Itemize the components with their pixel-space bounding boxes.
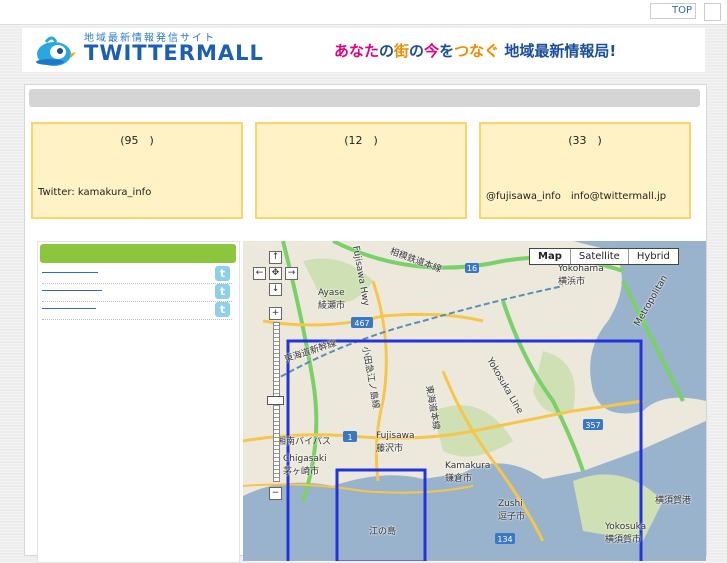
map-label-enoshima: 江の島	[369, 527, 397, 537]
route-badge-16: 16	[465, 263, 479, 273]
map-label-bypass: 湘南バイパス	[277, 437, 331, 447]
map-view[interactable]: 16 467 1 357 134 Ayase 綾瀬市 Yokohama 横浜市 …	[243, 241, 706, 561]
sidebar-panel: t t t	[37, 241, 240, 563]
tagline-part: 地域最新情報局!	[504, 42, 617, 60]
section-header-bar	[29, 89, 700, 107]
map-type-map-button[interactable]: Map	[530, 249, 570, 264]
tagline-part: つなぐ	[454, 42, 500, 60]
zoom-in-icon[interactable]: +	[269, 307, 282, 320]
area-card-2[interactable]: (12 )	[255, 122, 467, 219]
sidebar-list-item[interactable]: t	[42, 284, 232, 302]
zoom-slider-handle[interactable]	[267, 396, 284, 405]
tagline-part: 街	[394, 42, 410, 60]
area-card-kamakura[interactable]: (95 ) Twitter: kamakura_info	[31, 122, 243, 219]
route-badge-134: 134	[495, 533, 515, 544]
svg-text:1: 1	[347, 433, 352, 442]
tagline-part: の	[379, 42, 395, 60]
map-label-yokosuka: Yokosuka 横須賀市	[605, 522, 647, 545]
route-badge-1: 1	[343, 431, 357, 442]
pan-left-icon[interactable]: ←	[253, 267, 266, 280]
map-label-yokohama: Yokohama 横浜市	[558, 264, 604, 287]
svg-text:16: 16	[467, 264, 477, 273]
logo-title: TWITTERMALL	[84, 41, 264, 65]
sidebar-list-item[interactable]: t	[42, 266, 232, 284]
svg-text:134: 134	[497, 535, 512, 544]
tagline-part: あなた	[334, 42, 380, 60]
map-label-ayase: Ayase 綾瀬市	[318, 288, 346, 311]
pan-down-icon[interactable]: ↓	[269, 283, 282, 296]
bird-logo-icon	[36, 36, 76, 66]
top-secondary-button[interactable]	[704, 3, 721, 21]
route-badge-357: 357	[583, 419, 603, 430]
map-type-hybrid-button[interactable]: Hybrid	[627, 249, 678, 264]
map-canvas: 16 467 1 357 134	[243, 241, 706, 561]
card-count: (12 )	[344, 134, 378, 147]
card-info: @fujisawa_info info@twittermall.jp	[486, 191, 667, 202]
card-count: (95 )	[120, 134, 154, 147]
map-label-fujisawa: Fujisawa 藤沢市	[376, 431, 415, 454]
twitter-icon[interactable]: t	[215, 266, 230, 281]
map-label-yokosuka-port: 横須賀港	[655, 496, 692, 506]
map-type-satellite-button[interactable]: Satellite	[569, 249, 628, 264]
tagline: あなたの街の今をつなぐ 地域最新情報局!	[334, 40, 616, 61]
area-card-fujisawa[interactable]: (33 ) @fujisawa_info info@twittermall.jp	[479, 122, 691, 219]
tagline-part: の	[409, 42, 425, 60]
map-label-chigasaki: Chigasaki 茅ヶ崎市	[283, 454, 327, 477]
twitter-icon[interactable]: t	[215, 302, 230, 317]
tagline-part: 今	[424, 42, 440, 60]
top-navigation-bar: TOP	[0, 0, 727, 25]
tagline-part: を	[439, 42, 455, 60]
main-container: (95 ) Twitter: kamakura_info (12 ) (33 )…	[24, 84, 707, 563]
pan-right-icon[interactable]: →	[285, 267, 298, 280]
card-count: (33 )	[568, 134, 602, 147]
map-label-zushi: Zushi 逗子市	[498, 499, 526, 522]
pan-center-icon[interactable]: ✥	[269, 267, 282, 280]
sidebar-item-link[interactable]	[42, 307, 96, 309]
pan-up-icon[interactable]: ↑	[269, 251, 282, 264]
card-info: Twitter: kamakura_info	[38, 187, 152, 198]
top-button[interactable]: TOP	[650, 3, 696, 19]
sidebar-list-item[interactable]: t	[42, 302, 232, 320]
sidebar-item-link[interactable]	[42, 271, 98, 273]
route-badge-467: 467	[351, 317, 373, 328]
site-banner[interactable]: 地域最新情報発信サイト TWITTERMALL あなたの街の今をつなぐ 地域最新…	[22, 28, 705, 72]
map-label-kamakura: Kamakura 鎌倉市	[445, 461, 491, 484]
svg-text:357: 357	[585, 421, 600, 430]
sidebar-header	[40, 244, 236, 263]
sidebar-item-link[interactable]	[42, 289, 102, 291]
zoom-out-icon[interactable]: −	[269, 487, 282, 500]
twitter-icon[interactable]: t	[215, 284, 230, 299]
svg-text:467: 467	[354, 319, 369, 328]
map-type-switcher: Map Satellite Hybrid	[529, 248, 679, 265]
